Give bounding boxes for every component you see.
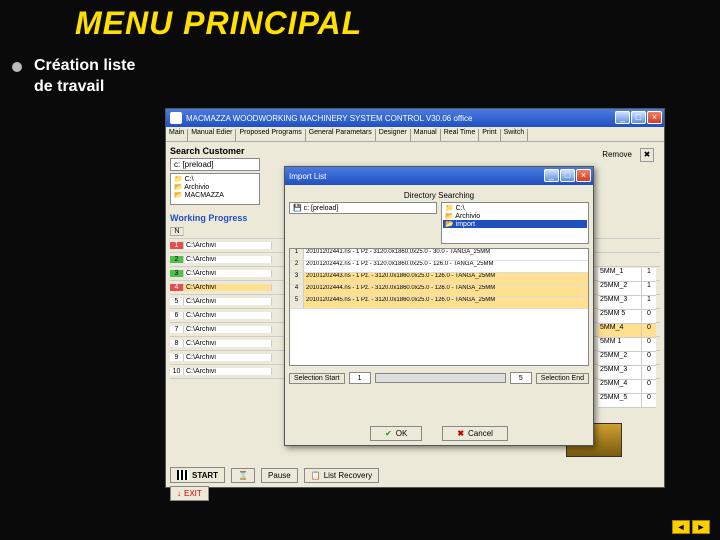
x-icon: ✖ (457, 429, 464, 438)
drive-select[interactable]: c: [preload] (170, 158, 260, 171)
slide-caption: Création liste de travail (34, 56, 154, 98)
main-titlebar: MACMAZZA WOODWORKING MACHINERY SYSTEM CO… (166, 109, 664, 127)
close-button[interactable]: × (647, 111, 662, 124)
start-button[interactable]: START (170, 467, 225, 483)
main-window: MACMAZZA WOODWORKING MACHINERY SYSTEM CO… (165, 108, 665, 488)
flag-icon (177, 470, 189, 480)
tree-node[interactable]: 📂 Archivio (443, 212, 587, 220)
tree-node[interactable]: 📂 MACMAZZA (172, 191, 258, 199)
tab-item[interactable]: Proposed Programs (236, 129, 305, 141)
tab-bar: Main Manual Edier Proposed Programs Gene… (166, 127, 664, 142)
bullet-icon (12, 62, 22, 72)
tree-node[interactable]: 📁 C:\ (172, 175, 258, 183)
remove-label: Remove (602, 150, 632, 159)
import-list-dialog: Import List _ □ × Directory Searching 💾 … (284, 166, 594, 446)
side-item[interactable]: 5MM_1 (598, 268, 642, 281)
exit-button[interactable]: ↓ EXIT (170, 486, 209, 501)
slide-title: MENU PRINCIPAL (75, 5, 362, 42)
side-list: 5MM_11 25MM_21 25MM_31 25MM 50 5MM_40 5M… (598, 268, 656, 408)
modal-drive-select[interactable]: 💾 c: [preload] (289, 202, 437, 214)
cancel-button[interactable]: ✖Cancel (442, 426, 508, 441)
selection-end-button[interactable]: Selection End (536, 373, 589, 384)
tab-item[interactable]: General Parametars (306, 129, 376, 141)
row-num[interactable]: 5 (290, 297, 304, 308)
side-item[interactable]: 25MM_2 (598, 352, 642, 365)
modal-minimize-button[interactable]: _ (544, 169, 559, 182)
tab-item[interactable]: Switch (501, 129, 529, 141)
tab-item[interactable]: Manual Edier (188, 129, 236, 141)
row-num[interactable]: 3 (290, 273, 304, 284)
wp-cell[interactable]: 6 (170, 312, 184, 319)
wp-cell[interactable]: 10 (170, 368, 184, 375)
check-icon: ✔ (385, 429, 392, 438)
side-item[interactable]: 5MM_4 (598, 324, 642, 337)
side-item[interactable]: 25MM_5 (598, 394, 642, 407)
minimize-button[interactable]: _ (615, 111, 630, 124)
wp-cell[interactable]: 7 (170, 326, 184, 333)
tab-item[interactable]: Real Time (441, 129, 480, 141)
row-num[interactable]: 4 (290, 285, 304, 296)
side-item[interactable]: 25MM_2 (598, 282, 642, 295)
wp-cell[interactable]: 1 (170, 242, 184, 249)
main-title: MACMAZZA WOODWORKING MACHINERY SYSTEM CO… (186, 114, 472, 123)
side-item[interactable]: 25MM_3 (598, 296, 642, 309)
tree-node[interactable]: 📂 Archivio (172, 183, 258, 191)
app-icon (170, 112, 182, 124)
next-slide-button[interactable]: ► (692, 520, 710, 534)
tab-item[interactable]: Print (479, 129, 500, 141)
modal-close-button[interactable]: × (576, 169, 591, 182)
wp-header-n: N (170, 227, 184, 236)
directory-searching-label: Directory Searching (289, 191, 589, 200)
selection-slider[interactable] (375, 373, 506, 383)
selection-start-button[interactable]: Selection Start (289, 373, 345, 384)
wp-cell[interactable]: 5 (170, 298, 184, 305)
modal-titlebar: Import List _ □ × (285, 167, 593, 185)
modal-tree-right[interactable]: 📁 C:\ 📂 Archivio 📂 import (441, 202, 589, 244)
tab-item[interactable]: Manual (411, 129, 441, 141)
prev-slide-button[interactable]: ◄ (672, 520, 690, 534)
hourglass-button[interactable]: ⌛ (231, 468, 255, 483)
selection-start-input[interactable] (349, 372, 371, 384)
ok-button[interactable]: ✔OK (370, 426, 422, 441)
tree-node[interactable]: 📁 C:\ (443, 204, 587, 212)
row-num[interactable]: 1 (290, 249, 304, 260)
modal-maximize-button[interactable]: □ (560, 169, 575, 182)
row-num[interactable]: 2 (290, 261, 304, 272)
modal-title: Import List (289, 172, 326, 181)
list-recovery-button[interactable]: 📋 List Recovery (304, 468, 379, 483)
tab-main[interactable]: Main (166, 129, 188, 141)
side-item[interactable]: 5MM 1 (598, 338, 642, 351)
wp-cell[interactable]: 4 (170, 284, 184, 291)
side-item[interactable]: 25MM 5 (598, 310, 642, 323)
pause-button[interactable]: Pause (261, 468, 298, 483)
tab-item[interactable]: Designer (376, 129, 411, 141)
wp-cell[interactable]: 8 (170, 340, 184, 347)
wp-cell[interactable]: 9 (170, 354, 184, 361)
remove-button[interactable]: ✖ (640, 148, 654, 162)
side-item[interactable]: 25MM_3 (598, 366, 642, 379)
import-file-table[interactable]: 120101202441.ris - 1 Pz - 3120.0x1860.0x… (289, 248, 589, 366)
selection-end-input[interactable] (510, 372, 532, 384)
side-item[interactable]: 25MM_4 (598, 380, 642, 393)
folder-tree[interactable]: 📁 C:\ 📂 Archivio 📂 MACMAZZA (170, 173, 260, 205)
maximize-button[interactable]: □ (631, 111, 646, 124)
wp-cell[interactable]: 3 (170, 270, 184, 277)
wp-cell[interactable]: 2 (170, 256, 184, 263)
search-customer-label: Search Customer (170, 146, 660, 156)
tree-node-selected[interactable]: 📂 import (443, 220, 587, 228)
